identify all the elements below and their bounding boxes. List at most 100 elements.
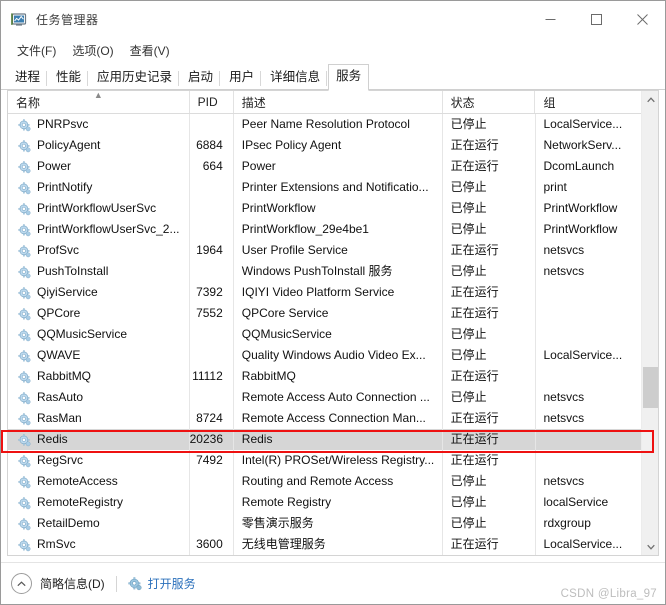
table-row[interactable]: PrintWorkflowUserSvcPrintWorkflow已停止Prin…: [8, 198, 641, 219]
scroll-down-arrow-icon[interactable]: [642, 538, 659, 555]
service-name-label: Redis: [37, 429, 68, 450]
service-name-label: RegSrvc: [37, 450, 83, 471]
scrollbar-thumb[interactable]: [643, 367, 658, 408]
cell-pid: 8724: [190, 408, 234, 429]
cell-service-name: ProfSvc: [8, 240, 190, 261]
tab-label: 进程: [15, 70, 40, 84]
table-row[interactable]: RabbitMQ11112RabbitMQ正在运行: [8, 366, 641, 387]
tab-label: 详细信息: [270, 70, 320, 84]
column-header-name[interactable]: ▲ 名称: [8, 91, 190, 113]
cell-pid: [190, 513, 234, 534]
table-row[interactable]: Redis20236Redis正在运行: [8, 429, 641, 450]
column-header-pid[interactable]: PID: [190, 91, 234, 113]
cell-status: 已停止: [443, 345, 536, 366]
cell-service-name: Redis: [8, 429, 190, 450]
tab-performance[interactable]: 性能: [48, 65, 89, 90]
menu-options[interactable]: 选项(O): [64, 39, 121, 63]
tab-processes[interactable]: 进程: [7, 65, 48, 90]
service-gear-icon: [18, 118, 31, 131]
cell-status: 已停止: [443, 492, 536, 513]
service-gear-icon: [18, 412, 31, 425]
cell-description: Redis: [234, 429, 443, 450]
service-name-label: RmSvc: [37, 534, 76, 555]
column-header-status[interactable]: 状态: [443, 91, 536, 113]
cell-pid: [190, 114, 234, 135]
cell-status: 正在运行: [443, 240, 536, 261]
tab-users[interactable]: 用户: [221, 65, 262, 90]
table-row[interactable]: QiyiService7392IQIYI Video Platform Serv…: [8, 282, 641, 303]
tab-details[interactable]: 详细信息: [262, 65, 328, 90]
cell-group: netsvcs: [536, 471, 642, 492]
tab-app-history[interactable]: 应用历史记录: [89, 65, 180, 90]
cell-service-name: RasAuto: [8, 387, 190, 408]
service-gear-icon: [18, 265, 31, 278]
service-name-label: RemoteRegistry: [37, 492, 123, 513]
chevron-up-icon[interactable]: [11, 573, 32, 594]
table-row[interactable]: ProfSvc1964User Profile Service正在运行netsv…: [8, 240, 641, 261]
cell-pid: [190, 492, 234, 513]
task-manager-icon: [10, 11, 28, 29]
cell-pid: 7492: [190, 450, 234, 471]
maximize-button[interactable]: [573, 1, 619, 38]
cell-status: 正在运行: [443, 450, 536, 471]
scroll-up-arrow-icon[interactable]: [642, 91, 659, 108]
table-row[interactable]: Power664Power正在运行DcomLaunch: [8, 156, 641, 177]
cell-pid: [190, 219, 234, 240]
tab-divider: [178, 71, 179, 86]
table-header-row: ▲ 名称 PID 描述 状态 组: [8, 91, 641, 114]
column-header-label: 描述: [242, 94, 266, 111]
gear-icon: [128, 577, 142, 591]
service-name-label: RemoteAccess: [37, 471, 118, 492]
column-header-label: PID: [198, 95, 218, 109]
table-row[interactable]: QPCore7552QPCore Service正在运行: [8, 303, 641, 324]
tab-services[interactable]: 服务: [328, 64, 369, 91]
minimize-button[interactable]: [527, 1, 573, 38]
cell-group: PrintWorkflow: [536, 219, 642, 240]
table-row[interactable]: RasAutoRemote Access Auto Connection ...…: [8, 387, 641, 408]
tab-startup[interactable]: 启动: [180, 65, 221, 90]
table-row[interactable]: RetailDemo零售演示服务已停止rdxgroup: [8, 513, 641, 534]
cell-description: PrintWorkflow: [234, 198, 443, 219]
close-button[interactable]: [619, 1, 665, 38]
cell-pid: 3600: [190, 534, 234, 555]
table-row[interactable]: QQMusicServiceQQMusicService已停止: [8, 324, 641, 345]
cell-service-name: PrintWorkflowUserSvc: [8, 198, 190, 219]
menu-file[interactable]: 文件(F): [9, 39, 64, 63]
cell-service-name: RemoteAccess: [8, 471, 190, 492]
table-body: PNRPsvcPeer Name Resolution Protocol已停止L…: [8, 114, 641, 555]
table-row[interactable]: RemoteRegistryRemote Registry已停止localSer…: [8, 492, 641, 513]
cell-group: [536, 366, 642, 387]
cell-service-name: QPCore: [8, 303, 190, 324]
column-header-description[interactable]: 描述: [234, 91, 443, 113]
cell-pid: [190, 177, 234, 198]
cell-group: [536, 282, 642, 303]
column-header-group[interactable]: 组: [535, 91, 641, 113]
cell-group: netsvcs: [536, 240, 642, 261]
table-row[interactable]: PrintNotifyPrinter Extensions and Notifi…: [8, 177, 641, 198]
table-row[interactable]: RegSrvc7492Intel(R) PROSet/Wireless Regi…: [8, 450, 641, 471]
cell-description: 无线电管理服务: [234, 534, 443, 555]
open-services-link[interactable]: 打开服务: [148, 575, 196, 592]
vertical-scrollbar[interactable]: [641, 91, 658, 555]
menu-view[interactable]: 查看(V): [122, 39, 178, 63]
table-row[interactable]: PNRPsvcPeer Name Resolution Protocol已停止L…: [8, 114, 641, 135]
tab-divider: [260, 71, 261, 86]
table-row[interactable]: PushToInstallWindows PushToInstall 服务已停止…: [8, 261, 641, 282]
table-row[interactable]: RemoteAccessRouting and Remote Access已停止…: [8, 471, 641, 492]
tab-divider: [219, 71, 220, 86]
cell-pid: [190, 198, 234, 219]
cell-status: 正在运行: [443, 429, 536, 450]
service-name-label: QWAVE: [37, 345, 80, 366]
fewer-details-button[interactable]: 简略信息(D): [40, 575, 105, 592]
table-row[interactable]: RmSvc3600无线电管理服务正在运行LocalService...: [8, 534, 641, 555]
table-row[interactable]: QWAVEQuality Windows Audio Video Ex...已停…: [8, 345, 641, 366]
column-header-label: 组: [543, 94, 555, 111]
table-row[interactable]: RasMan8724Remote Access Connection Man..…: [8, 408, 641, 429]
table-row[interactable]: PrintWorkflowUserSvc_2...PrintWorkflow_2…: [8, 219, 641, 240]
service-name-label: RetailDemo: [37, 513, 100, 534]
table-row[interactable]: PolicyAgent6884IPsec Policy Agent正在运行Net…: [8, 135, 641, 156]
cell-group: rdxgroup: [536, 513, 642, 534]
tab-divider: [326, 71, 327, 86]
cell-group: DcomLaunch: [536, 156, 642, 177]
cell-group: netsvcs: [536, 408, 642, 429]
